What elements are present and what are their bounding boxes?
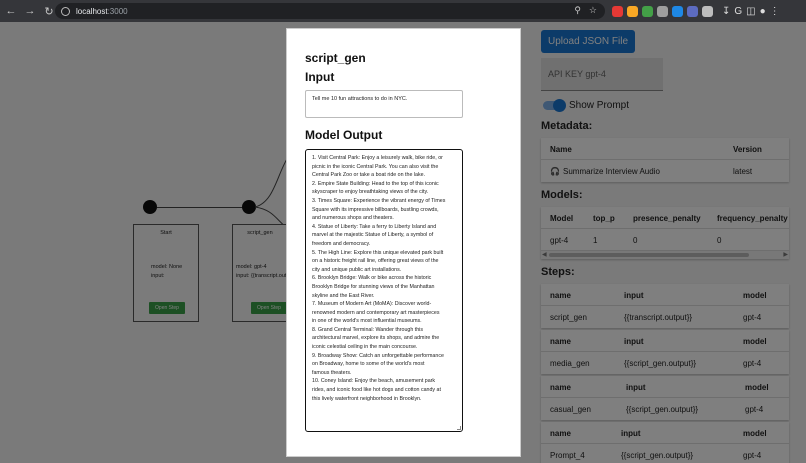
output-line: marvel at the majestic Statue of Liberty… bbox=[312, 232, 434, 239]
output-line: city and unique public art installations… bbox=[312, 266, 402, 273]
avatar[interactable]: ● bbox=[760, 6, 766, 17]
extensions-bar bbox=[612, 4, 713, 18]
output-line: this lively waterfront neighborhood in B… bbox=[312, 395, 422, 402]
step-modal: script_gen Input Tell me 10 fun attracti… bbox=[286, 28, 521, 457]
url-port: :3000 bbox=[107, 6, 128, 16]
output-line: 5. The High Line: Explore this unique el… bbox=[312, 249, 444, 256]
output-line: Square with its impressive billboards, b… bbox=[312, 206, 439, 213]
output-heading: Model Output bbox=[305, 128, 383, 142]
profile-g-icon[interactable]: G bbox=[734, 6, 742, 17]
sidepanel-icon[interactable]: ◫ bbox=[746, 6, 755, 17]
output-line: and numerous shops and theaters. bbox=[312, 215, 394, 222]
zoom-icon[interactable]: ⚲ bbox=[574, 5, 581, 16]
output-line: 8. Grand Central Terminal: Wander throug… bbox=[312, 326, 423, 333]
url-host: localhost bbox=[76, 6, 108, 16]
output-line: 10. Coney Island: Enjoy the beach, amuse… bbox=[312, 378, 436, 385]
site-info-icon[interactable] bbox=[61, 6, 70, 16]
output-line: skyline and the East River. bbox=[312, 292, 375, 299]
output-line: 2. Empire State Building: Head to the to… bbox=[312, 180, 439, 187]
output-line: 4. Statue of Liberty: Take a ferry to Li… bbox=[312, 223, 437, 230]
output-line: renowned modern and contemporary art mas… bbox=[312, 309, 440, 316]
extension-blue-icon[interactable] bbox=[672, 5, 683, 17]
modal-title: script_gen bbox=[305, 51, 366, 65]
output-line: 3. Times Square: Experience the vibrant … bbox=[312, 197, 446, 204]
prompt-input[interactable]: Tell me 10 fun attractions to do in NYC. bbox=[305, 90, 463, 118]
output-line: famous theaters. bbox=[312, 369, 352, 376]
model-output-textarea[interactable]: 1. Visit Central Park: Enjoy a leisurely… bbox=[305, 149, 463, 432]
output-line: 6. Brooklyn Bridge: Walk or bike across … bbox=[312, 275, 432, 282]
output-line: architectural marvel, explore its shops,… bbox=[312, 335, 440, 342]
output-line: on a historic freight rail line, offerin… bbox=[312, 258, 439, 265]
extension-red-icon[interactable] bbox=[612, 5, 623, 17]
download-icon[interactable]: ↧ bbox=[722, 6, 730, 17]
address-bar[interactable]: localhost:3000 ⚲ ☆ bbox=[55, 3, 605, 19]
output-line: in one of the world's most influential m… bbox=[312, 318, 422, 325]
forward-icon[interactable]: → bbox=[22, 3, 38, 19]
extension-gray-icon[interactable] bbox=[657, 5, 668, 17]
bookmark-star-icon[interactable]: ☆ bbox=[589, 5, 597, 16]
output-line: 7. Museum of Modern Art (MoMA): Discover… bbox=[312, 301, 432, 308]
browser-actions: ↧ G ◫ ● ⋮ bbox=[722, 4, 780, 18]
extension-green-icon[interactable] bbox=[642, 5, 653, 17]
output-line: on Broadway, home to some of the world's… bbox=[312, 361, 425, 368]
output-line: skyscraper to enjoy breathtaking views o… bbox=[312, 189, 429, 196]
output-line: 1. Visit Central Park: Enjoy a leisurely… bbox=[312, 155, 443, 161]
output-line: Brooklyn Bridge for stunning views of th… bbox=[312, 283, 435, 290]
back-icon[interactable]: ← bbox=[3, 3, 19, 19]
extension-yellow-icon[interactable] bbox=[627, 5, 638, 17]
menu-icon[interactable]: ⋮ bbox=[770, 6, 780, 17]
output-line: 9. Broadway Show: Catch an unforgettable… bbox=[312, 352, 444, 359]
extensions-puzzle-icon[interactable] bbox=[702, 5, 713, 17]
output-line: picnic in the iconic Central Park. You c… bbox=[312, 163, 439, 170]
extension-indigo-icon[interactable] bbox=[687, 5, 698, 17]
browser-toolbar: ← → ↻ localhost:3000 ⚲ ☆ ↧ G ◫ ● ⋮ bbox=[0, 0, 806, 22]
output-line: rides, and iconic food like hot dogs and… bbox=[312, 387, 441, 394]
resize-handle-icon[interactable] bbox=[457, 426, 461, 430]
output-line: freedom and democracy. bbox=[312, 240, 371, 247]
output-line: Central Park Zoo or take a boat ride on … bbox=[312, 172, 426, 179]
output-line: iconic celestial ceiling in the main con… bbox=[312, 344, 418, 351]
input-heading: Input bbox=[305, 70, 335, 84]
